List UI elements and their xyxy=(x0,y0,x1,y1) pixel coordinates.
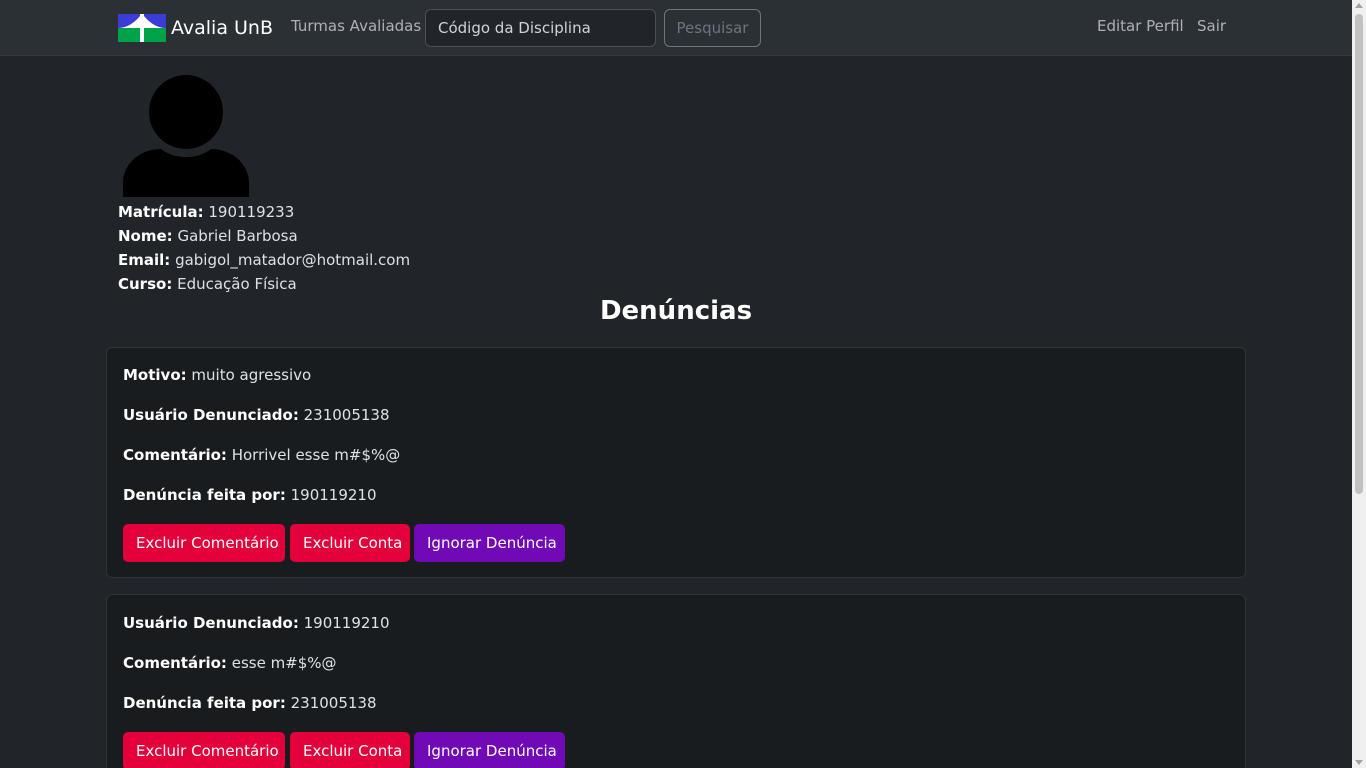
unb-logo-icon xyxy=(118,14,166,42)
ignore-report-button[interactable]: Ignorar Denúncia xyxy=(414,732,565,768)
profile-email: Email: gabigol_matador@hotmail.com xyxy=(118,250,410,270)
comentario-value: Horrivel esse m#$%@ xyxy=(231,446,401,464)
nome-value: Gabriel Barbosa xyxy=(177,227,298,245)
ignore-report-button[interactable]: Ignorar Denúncia xyxy=(414,524,565,562)
report-motivo: Motivo: muito agressivo xyxy=(123,365,311,385)
email-label: Email: xyxy=(118,251,171,269)
scroll-up-arrow-icon[interactable] xyxy=(1355,3,1363,8)
profile-curso: Curso: Educação Física xyxy=(118,274,297,294)
usuario-label: Usuário Denunciado: xyxy=(123,614,299,632)
delete-comment-button[interactable]: Excluir Comentário xyxy=(123,524,285,562)
turmas-avaliadas-link[interactable]: Turmas Avaliadas xyxy=(291,17,421,35)
logout-link[interactable]: Sair xyxy=(1197,17,1226,35)
scrollbar-thumb[interactable] xyxy=(1355,14,1363,494)
feita-por-label: Denúncia feita por: xyxy=(123,486,286,504)
top-navbar: Avalia UnB Turmas Avaliadas Pesquisar Ed… xyxy=(0,0,1352,56)
usuario-value: 190119210 xyxy=(303,614,390,632)
email-value: gabigol_matador@hotmail.com xyxy=(175,251,411,269)
curso-value: Educação Física xyxy=(177,275,297,293)
comentario-value: esse m#$%@ xyxy=(231,654,337,672)
delete-account-button[interactable]: Excluir Conta xyxy=(290,524,410,562)
user-silhouette-icon xyxy=(123,75,249,197)
feita-por-value: 190119210 xyxy=(290,486,377,504)
report-card: Usuário Denunciado: 190119210 Comentário… xyxy=(106,594,1246,768)
report-feita-por: Denúncia feita por: 231005138 xyxy=(123,693,377,713)
delete-comment-button[interactable]: Excluir Comentário xyxy=(123,732,285,768)
comentario-label: Comentário: xyxy=(123,446,227,464)
matricula-label: Matrícula: xyxy=(118,203,204,221)
search-button[interactable]: Pesquisar xyxy=(664,9,761,47)
scroll-down-arrow-icon[interactable] xyxy=(1355,760,1363,765)
report-feita-por: Denúncia feita por: 190119210 xyxy=(123,485,377,505)
feita-por-value: 231005138 xyxy=(290,694,377,712)
curso-label: Curso: xyxy=(118,275,173,293)
usuario-value: 231005138 xyxy=(303,406,390,424)
brand-link[interactable]: Avalia UnB xyxy=(118,14,273,42)
vertical-scrollbar[interactable] xyxy=(1352,0,1366,768)
brand-text: Avalia UnB xyxy=(171,17,273,39)
profile-nome: Nome: Gabriel Barbosa xyxy=(118,226,298,246)
comentario-label: Comentário: xyxy=(123,654,227,672)
search-input[interactable] xyxy=(425,9,656,47)
section-title: Denúncias xyxy=(599,296,753,326)
motivo-label: Motivo: xyxy=(123,366,187,384)
edit-profile-link[interactable]: Editar Perfil xyxy=(1097,17,1184,35)
report-usuario: Usuário Denunciado: 190119210 xyxy=(123,613,390,633)
report-comentario: Comentário: Horrivel esse m#$%@ xyxy=(123,445,400,465)
report-usuario: Usuário Denunciado: 231005138 xyxy=(123,405,390,425)
nome-label: Nome: xyxy=(118,227,173,245)
feita-por-label: Denúncia feita por: xyxy=(123,694,286,712)
report-card: Motivo: muito agressivo Usuário Denuncia… xyxy=(106,347,1246,578)
report-comentario: Comentário: esse m#$%@ xyxy=(123,653,337,673)
profile-matricula: Matrícula: 190119233 xyxy=(118,202,294,222)
matricula-value: 190119233 xyxy=(208,203,295,221)
usuario-label: Usuário Denunciado: xyxy=(123,406,299,424)
delete-account-button[interactable]: Excluir Conta xyxy=(290,732,410,768)
motivo-value: muito agressivo xyxy=(191,366,312,384)
